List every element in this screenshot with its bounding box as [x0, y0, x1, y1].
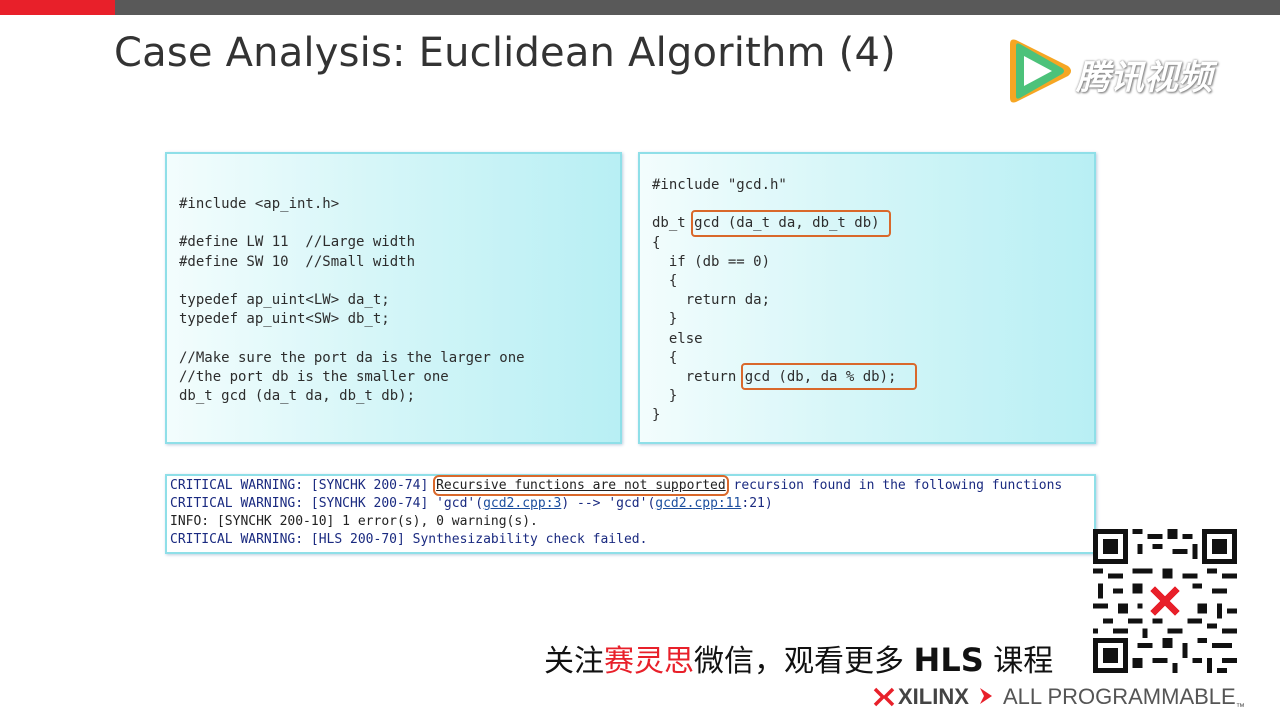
code-line: {: [652, 273, 678, 290]
tagline-text: ALL PROGRAMMABLE: [1003, 684, 1236, 709]
xilinx-brand-text: XILINX: [898, 684, 969, 709]
recursive-call-highlight: [741, 363, 917, 390]
code-line: #include <ap_int.h>: [179, 196, 340, 212]
promo-banner: 关注赛灵思微信，观看更多 HLS 课程: [544, 636, 1053, 680]
code-line: }: [652, 311, 678, 328]
tencent-video-watermark: 腾讯视频: [1004, 36, 1244, 106]
recursion-warning-highlight: Recursive functions are not supported: [433, 475, 729, 496]
code-line: //the port db is the smaller one: [179, 368, 449, 385]
console-line-1: CRITICAL WARNING: [SYNCHK 200-74] Recurs…: [170, 475, 1063, 496]
code-line: #define LW 11 //Large width: [179, 234, 416, 251]
code-line: #include "gcd.h": [652, 177, 787, 193]
promo-hls-text: HLS: [913, 641, 984, 679]
top-bar: [0, 0, 1280, 15]
source-link-gcd2-line3[interactable]: gcd2.cpp:3: [483, 496, 561, 511]
warning-suffix: recursion found in the following functio…: [725, 478, 1063, 493]
source-link-gcd2-line11[interactable]: gcd2.cpp:11: [655, 496, 741, 511]
promo-text: 关注: [544, 644, 604, 679]
code-line: }: [652, 388, 678, 405]
header-file-panel: #include <ap_int.h> #define LW 11 //Larg…: [165, 152, 622, 444]
code-line: db_t gcd (da_t da, db_t db);: [179, 388, 416, 405]
xilinx-logo-icon: [873, 687, 895, 707]
header-code-block: #include <ap_int.h> #define LW 11 //Larg…: [179, 195, 525, 406]
trademark-mark: ™: [1235, 701, 1245, 712]
console-output: CRITICAL WARNING: [SYNCHK 200-74] Recurs…: [165, 474, 1096, 554]
slide-title: Case Analysis: Euclidean Algorithm (4): [114, 30, 896, 76]
code-line: return da;: [652, 292, 771, 309]
chevron-right-icon: [980, 688, 992, 704]
warning-prefix: CRITICAL WARNING: [SYNCHK 200-74]: [170, 478, 437, 493]
promo-brand-text: 赛灵思: [604, 644, 694, 679]
console-line-2: CRITICAL WARNING: [SYNCHK 200-74] 'gcd'(…: [170, 496, 773, 511]
tagline: ALL PROGRAMMABLE™: [1003, 684, 1245, 711]
warning-suffix: :21): [741, 496, 773, 511]
code-line: typedef ap_uint<SW> db_t;: [179, 311, 390, 328]
code-line: }: [652, 407, 661, 424]
warning-mid: ) --> 'gcd'(: [561, 496, 656, 511]
code-line: {: [652, 234, 661, 251]
promo-text: 微信，观看更多: [694, 644, 914, 679]
code-line: #define SW 10 //Small width: [179, 253, 416, 270]
code-line: typedef ap_uint<LW> da_t;: [179, 292, 390, 309]
console-line-4: CRITICAL WARNING: [HLS 200-70] Synthesiz…: [170, 532, 648, 547]
source-file-panel: #include "gcd.h" db_t gcd (da_t da, db_t…: [638, 152, 1096, 444]
code-line: else: [652, 330, 703, 347]
tencent-video-text: 腾讯视频: [1076, 58, 1212, 98]
tencent-video-play-icon: [1010, 39, 1071, 103]
code-line: {: [652, 349, 678, 366]
code-line: if (db == 0): [652, 253, 771, 270]
function-signature-highlight: [691, 210, 891, 237]
top-bar-accent: [0, 0, 115, 15]
promo-text: 课程: [983, 644, 1054, 679]
warning-prefix: CRITICAL WARNING: [SYNCHK 200-74] 'gcd'(: [170, 496, 484, 511]
code-line: //Make sure the port da is the larger on…: [179, 349, 525, 366]
qr-code-icon: [1093, 529, 1237, 673]
console-line-3: INFO: [SYNCHK 200-10] 1 error(s), 0 warn…: [170, 514, 538, 529]
